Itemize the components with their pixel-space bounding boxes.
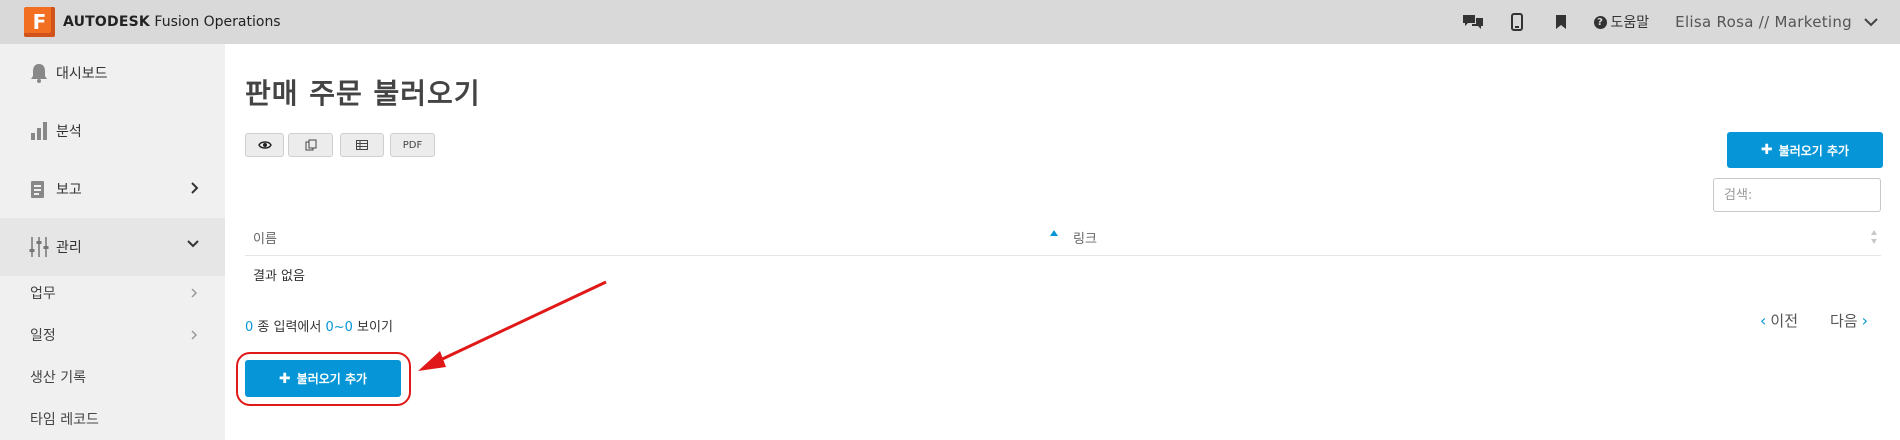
entries-info: 0 종 입력에서 0~0 보이기 bbox=[245, 316, 393, 335]
sidebar-subitem-label: 생산 기록 bbox=[30, 370, 86, 386]
sidebar: 대시보드 분석 보고 관리 업무 일정 생산 기록 타임 레코드 bbox=[0, 44, 225, 440]
sidebar-subitem-time-records[interactable]: 타임 레코드 bbox=[0, 404, 225, 434]
pagination-next[interactable]: 다음 › bbox=[1830, 310, 1868, 331]
sidebar-item-label: 분석 bbox=[56, 124, 82, 140]
sliders-icon bbox=[28, 236, 50, 258]
sidebar-subitem-production-log[interactable]: 생산 기록 bbox=[0, 362, 225, 392]
sidebar-item-reports[interactable]: 보고 bbox=[0, 160, 225, 218]
sidebar-item-label: 대시보드 bbox=[56, 66, 108, 82]
bar-chart-icon bbox=[28, 120, 50, 142]
sidebar-subitem-label: 일정 bbox=[30, 328, 56, 344]
top-bar: F AUTODESK Fusion Operations ? 도움말 Elisa… bbox=[0, 0, 1900, 44]
help-icon: ? bbox=[1593, 15, 1607, 29]
app-logo: F bbox=[24, 7, 55, 37]
toolbar-view-button[interactable] bbox=[245, 133, 284, 157]
page-title: 판매 주문 불러오기 bbox=[245, 77, 481, 110]
help-link[interactable]: ? 도움말 bbox=[1593, 12, 1650, 32]
bookmark-icon[interactable] bbox=[1550, 11, 1572, 33]
chevron-down-icon bbox=[1864, 17, 1878, 26]
mobile-icon[interactable] bbox=[1506, 11, 1528, 33]
table-empty-row: 결과 없음 bbox=[253, 269, 305, 284]
annotation-highlight-ring bbox=[236, 352, 411, 406]
chevron-right-icon bbox=[191, 330, 197, 340]
pagination-prev[interactable]: ‹ 이전 bbox=[1760, 310, 1798, 331]
sidebar-subitem-schedule[interactable]: 일정 bbox=[0, 320, 225, 350]
chevron-right-icon bbox=[191, 288, 197, 298]
column-header-link[interactable]: 링크 bbox=[1073, 228, 1097, 247]
entries-range: 0~0 bbox=[325, 320, 353, 335]
toolbar-pdf-button[interactable]: PDF bbox=[390, 133, 435, 157]
sort-asc-icon[interactable] bbox=[1049, 229, 1059, 237]
entries-mid-text: 종 입력에서 bbox=[253, 320, 326, 335]
report-icon bbox=[28, 178, 50, 200]
search-input[interactable] bbox=[1713, 178, 1881, 212]
toolbar-excel-button[interactable] bbox=[340, 133, 384, 157]
sort-icon[interactable] bbox=[1870, 229, 1878, 245]
brand-autodesk: AUTODESK bbox=[63, 14, 150, 30]
add-import-button-top[interactable]: ✚ 불러오기 추가 bbox=[1727, 132, 1883, 168]
user-menu[interactable]: Elisa Rosa // Marketing bbox=[1675, 13, 1878, 31]
sidebar-subitem-label: 타임 레코드 bbox=[30, 412, 99, 428]
sidebar-subitem-label: 업무 bbox=[30, 286, 56, 302]
table-header-divider bbox=[245, 255, 1881, 256]
chevron-left-icon: ‹ bbox=[1760, 311, 1767, 330]
plus-icon: ✚ bbox=[1760, 142, 1773, 158]
copy-icon bbox=[305, 139, 316, 151]
add-import-label: 불러오기 추가 bbox=[1778, 143, 1850, 158]
entries-suffix-text: 보이기 bbox=[352, 320, 393, 335]
chevron-right-icon bbox=[191, 182, 199, 194]
sidebar-item-label: 관리 bbox=[56, 240, 82, 256]
chat-icon[interactable] bbox=[1462, 11, 1484, 33]
help-label: 도움말 bbox=[1610, 15, 1650, 31]
bell-icon bbox=[28, 62, 50, 84]
brand-product: Fusion Operations bbox=[154, 14, 281, 30]
column-header-name[interactable]: 이름 bbox=[253, 228, 277, 247]
pagination-prev-label: 이전 bbox=[1770, 312, 1799, 330]
chevron-down-icon bbox=[187, 240, 199, 248]
eye-icon bbox=[257, 141, 272, 149]
sidebar-item-management[interactable]: 관리 bbox=[0, 218, 225, 276]
sidebar-item-label: 보고 bbox=[56, 182, 82, 198]
brand[interactable]: F AUTODESK Fusion Operations bbox=[24, 7, 281, 37]
sidebar-item-analysis[interactable]: 분석 bbox=[0, 102, 225, 160]
sidebar-item-dashboard[interactable]: 대시보드 bbox=[0, 44, 225, 102]
sidebar-subitem-tasks[interactable]: 업무 bbox=[0, 278, 225, 308]
user-label: Elisa Rosa // Marketing bbox=[1675, 13, 1852, 31]
toolbar-copy-button[interactable] bbox=[288, 133, 333, 157]
chevron-right-icon: › bbox=[1861, 311, 1869, 330]
pagination-next-label: 다음 bbox=[1830, 312, 1858, 330]
table-icon bbox=[356, 140, 368, 150]
